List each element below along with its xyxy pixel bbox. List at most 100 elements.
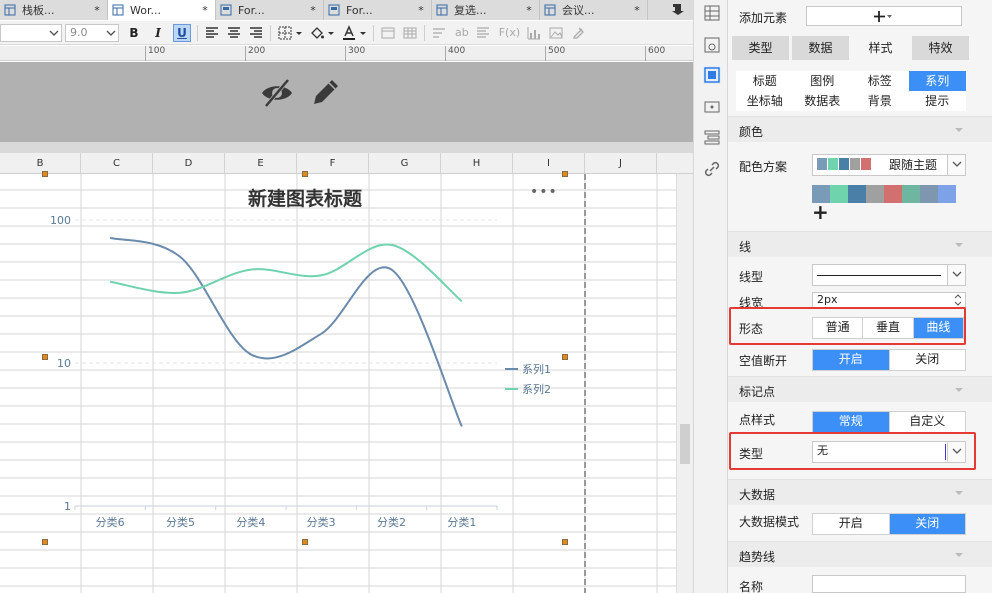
widget-icon[interactable]: [703, 98, 721, 116]
color-scheme-select[interactable]: 跟随主题: [812, 154, 966, 176]
subtab-legend[interactable]: 图例: [794, 71, 852, 91]
tab-3[interactable]: For... *: [324, 0, 432, 20]
shape-curve[interactable]: 曲线: [913, 318, 963, 338]
palette-swatch-5[interactable]: [902, 185, 920, 203]
dropdown-button[interactable]: [947, 442, 965, 462]
subtab-title[interactable]: 标题: [736, 71, 794, 91]
section-bigdata[interactable]: 大数据: [728, 479, 992, 505]
border-icon[interactable]: [277, 25, 293, 41]
tab-overflow-icon[interactable]: [671, 2, 685, 16]
dropdown-button[interactable]: [947, 155, 965, 175]
palette-swatch-7[interactable]: [938, 185, 956, 203]
marker-style-custom[interactable]: 自定义: [890, 412, 966, 432]
fill-color-icon[interactable]: [309, 25, 325, 41]
link-icon[interactable]: [703, 160, 721, 178]
line-chart[interactable]: 新建图表标题 ••• 100 10 1 分类6 分类5 分类4 分类3 分类2 分类1 系列1…: [0, 171, 600, 545]
line-width-spinner[interactable]: 2px: [812, 292, 966, 308]
trend-name-input[interactable]: [812, 575, 966, 593]
italic-button[interactable]: I: [149, 24, 167, 42]
column-header[interactable]: I: [513, 153, 585, 174]
tab-4[interactable]: 复选... *: [432, 0, 540, 20]
text-ab-button[interactable]: ab: [455, 26, 469, 39]
palette-swatch-1[interactable]: [830, 185, 848, 203]
add-element-button[interactable]: [806, 6, 962, 26]
palette-swatch-4[interactable]: [884, 185, 902, 203]
font-color-icon[interactable]: [341, 24, 357, 41]
condition-icon[interactable]: [703, 36, 721, 54]
palette-swatch-2[interactable]: [848, 185, 866, 203]
vertical-scrollbar[interactable]: [676, 174, 693, 593]
scrollbar-thumb[interactable]: [680, 424, 690, 464]
tab-effect[interactable]: 特效: [912, 36, 969, 60]
chart-icon[interactable]: [526, 25, 542, 41]
formula-button[interactable]: F(x): [499, 26, 520, 39]
resize-handle[interactable]: [42, 354, 48, 360]
null-break-off[interactable]: 关闭: [890, 350, 966, 370]
tab-2[interactable]: For... *: [216, 0, 324, 20]
pencil-icon[interactable]: [310, 76, 342, 108]
underline-button[interactable]: U: [173, 23, 191, 42]
resize-handle[interactable]: [302, 171, 308, 177]
dropdown-button[interactable]: [947, 265, 965, 285]
align-center-icon[interactable]: [226, 25, 242, 41]
clear-format-icon[interactable]: [570, 25, 586, 41]
series-line-1[interactable]: [109, 236, 463, 427]
null-break-on[interactable]: 开启: [813, 350, 890, 370]
bigdata-on[interactable]: 开启: [813, 514, 890, 534]
align-left-icon[interactable]: [204, 25, 220, 41]
bold-button[interactable]: B: [125, 24, 143, 42]
section-line[interactable]: 线: [728, 231, 992, 257]
font-size-select[interactable]: 9.0: [65, 23, 119, 42]
subtab-tooltip[interactable]: 提示: [909, 91, 967, 111]
add-color-button[interactable]: +: [812, 200, 829, 224]
tab-data[interactable]: 数据: [792, 36, 849, 60]
legend-label[interactable]: 系列1: [522, 362, 551, 376]
palette-swatch-6[interactable]: [920, 185, 938, 203]
subtab-label[interactable]: 标签: [851, 71, 909, 91]
line-type-select[interactable]: [812, 264, 966, 286]
font-family-select[interactable]: [0, 23, 62, 42]
shape-normal[interactable]: 普通: [813, 318, 864, 338]
subtab-background[interactable]: 背景: [851, 91, 909, 111]
resize-handle[interactable]: [562, 539, 568, 545]
subtab-datasheet[interactable]: 数据表: [794, 91, 852, 111]
chevron-down-icon[interactable]: [327, 25, 335, 41]
resize-handle[interactable]: [562, 171, 568, 177]
tab-1[interactable]: Wor... *: [108, 0, 216, 20]
shape-vertical[interactable]: 垂直: [863, 318, 914, 338]
tab-5[interactable]: 会议... *: [540, 0, 648, 20]
chevron-down-icon[interactable]: [359, 25, 367, 41]
subtab-axis[interactable]: 坐标轴: [736, 91, 794, 111]
text-wrap-icon[interactable]: [431, 25, 447, 41]
column-header[interactable]: D: [153, 153, 225, 174]
section-marker[interactable]: 标记点: [728, 376, 992, 402]
marker-style-normal[interactable]: 常规: [813, 412, 890, 432]
marker-type-select[interactable]: 无: [812, 441, 966, 463]
section-color[interactable]: 颜色: [728, 116, 992, 142]
column-header[interactable]: J: [585, 153, 657, 174]
column-header[interactable]: G: [369, 153, 441, 174]
resize-handle[interactable]: [562, 354, 568, 360]
tab-0[interactable]: 栈板... *: [0, 0, 108, 20]
resize-handle[interactable]: [302, 539, 308, 545]
paragraph-icon[interactable]: [475, 25, 491, 41]
subtab-series[interactable]: 系列: [908, 71, 966, 91]
stepper-icon[interactable]: [953, 293, 963, 307]
column-header[interactable]: B: [0, 153, 81, 174]
section-trend[interactable]: 趋势线: [728, 541, 992, 567]
bigdata-off[interactable]: 关闭: [889, 514, 965, 534]
eye-off-icon[interactable]: [260, 76, 294, 110]
resize-handle[interactable]: [42, 171, 48, 177]
tab-style[interactable]: 样式: [852, 36, 909, 60]
column-header[interactable]: H: [441, 153, 513, 174]
column-header[interactable]: C: [81, 153, 153, 174]
table-icon[interactable]: [402, 25, 418, 41]
resize-handle[interactable]: [42, 539, 48, 545]
chart-property-icon[interactable]: [703, 66, 721, 84]
layers-icon[interactable]: [703, 128, 721, 146]
chevron-down-icon[interactable]: [295, 25, 303, 41]
align-right-icon[interactable]: [248, 25, 264, 41]
palette-swatch-3[interactable]: [866, 185, 884, 203]
tab-type[interactable]: 类型: [732, 36, 789, 60]
image-icon[interactable]: [548, 25, 564, 41]
